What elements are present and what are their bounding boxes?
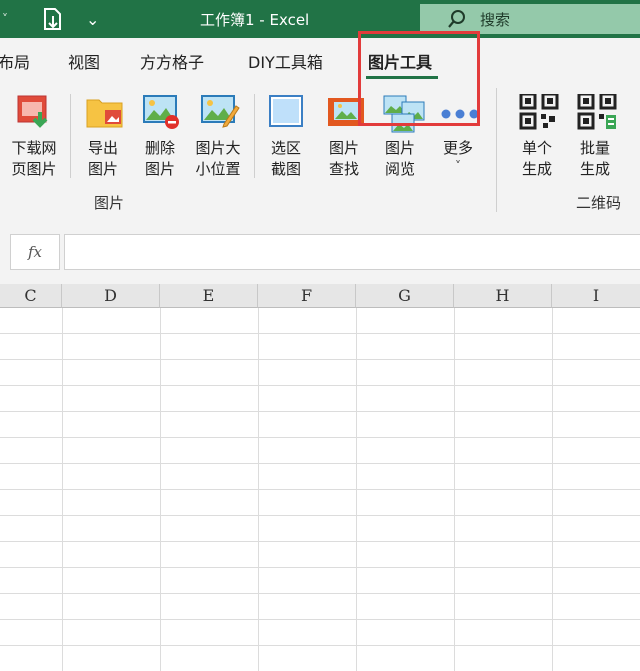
export-image-button[interactable]: 导出 图片 <box>80 84 126 180</box>
ribbon-separator <box>254 94 255 178</box>
group-separator <box>496 88 497 212</box>
selection-screenshot-button[interactable]: 选区 截图 <box>264 84 308 180</box>
image-size-position-button[interactable]: 图片大 小位置 <box>190 84 246 180</box>
column-header-d[interactable]: D <box>62 284 160 308</box>
selection-screenshot-icon <box>268 94 304 130</box>
download-web-image-button[interactable]: 下载网 页图片 <box>8 84 60 180</box>
image-size-position-icon <box>200 94 240 130</box>
window-title: 工作簿1 - Excel <box>200 10 310 29</box>
column-header-e[interactable]: E <box>160 284 258 308</box>
ribbon-separator <box>70 94 71 178</box>
image-find-icon <box>326 94 364 130</box>
qat-dropdown-icon[interactable]: ˅ <box>2 0 8 38</box>
image-tools-highlight-box <box>358 31 480 126</box>
chevron-down-icon: ˅ <box>455 159 461 173</box>
qr-single-icon <box>519 92 559 130</box>
download-web-image-icon <box>16 94 52 130</box>
qr-single-button[interactable]: 单个 生成 <box>514 84 560 180</box>
search-box[interactable]: 搜索 <box>420 4 640 34</box>
ribbon-panel: 下载网 页图片 导出 图片 删除 图片 图片大 小位置 选区 截图 图片 查找 <box>0 84 640 221</box>
formula-input[interactable] <box>64 234 640 270</box>
qr-batch-button[interactable]: 批量 生成 <box>572 84 618 180</box>
search-icon <box>446 8 468 30</box>
ribbon-tabs: 布局 视图 方方格子 DIY工具箱 图片工具 <box>0 38 640 84</box>
save-page-icon[interactable] <box>42 0 64 38</box>
tab-layout[interactable]: 布局 <box>0 38 30 84</box>
qr-batch-icon <box>577 92 617 130</box>
column-header-i[interactable]: I <box>552 284 640 308</box>
tab-view[interactable]: 视图 <box>68 38 100 84</box>
cell-grid[interactable] <box>0 308 640 671</box>
tab-diy-toolbox[interactable]: DIY工具箱 <box>248 38 323 84</box>
export-image-icon <box>85 94 123 130</box>
column-header-f[interactable]: F <box>258 284 356 308</box>
customize-qat-icon[interactable]: ⌄ <box>86 0 99 38</box>
formula-bar: fx <box>0 220 640 284</box>
qr-group-label: 二维码 <box>576 194 622 212</box>
delete-image-button[interactable]: 删除 图片 <box>138 84 182 180</box>
insert-function-button[interactable]: fx <box>10 234 60 270</box>
search-placeholder: 搜索 <box>480 10 511 29</box>
column-header-g[interactable]: G <box>356 284 454 308</box>
delete-image-icon <box>142 94 179 130</box>
image-group-label: 图片 <box>94 194 125 212</box>
column-header-c[interactable]: C <box>0 284 62 308</box>
tab-fangfang-gezi[interactable]: 方方格子 <box>140 38 204 84</box>
title-bar: ˅ ⌄ 工作簿1 - Excel 搜索 <box>0 0 640 38</box>
column-header-h[interactable]: H <box>454 284 552 308</box>
